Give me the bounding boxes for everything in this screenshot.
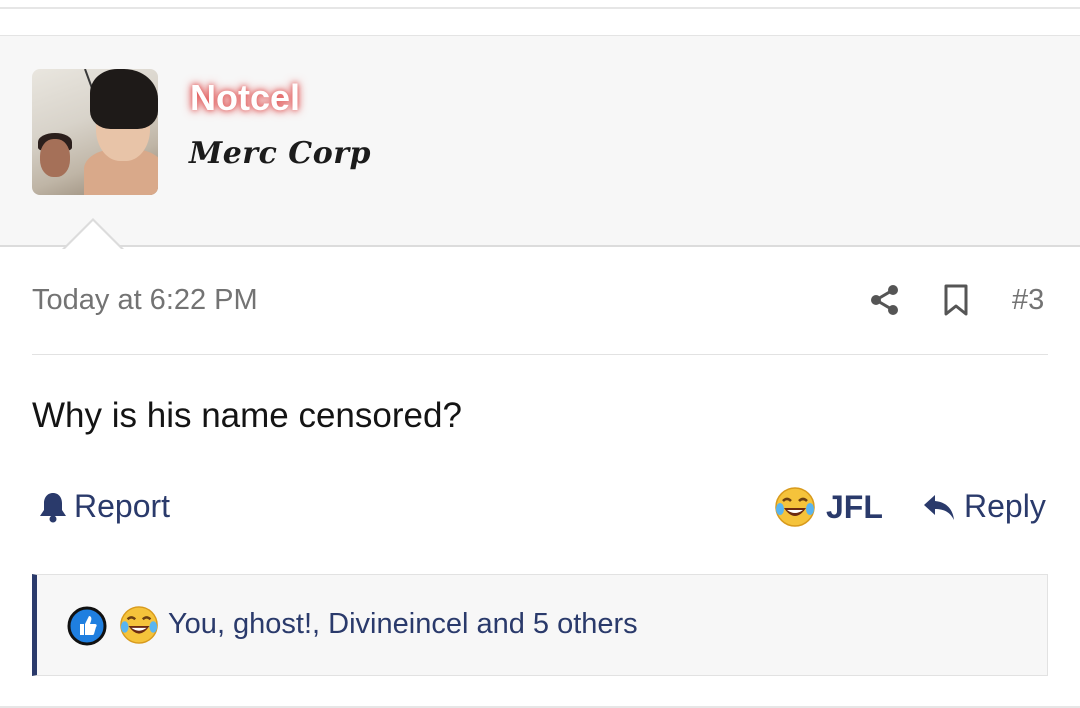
jfl-label: JFL (826, 488, 883, 525)
bookmark-icon[interactable] (942, 283, 970, 317)
message-body: Why is his name censored? (32, 396, 462, 435)
username-link[interactable]: Notcel (190, 77, 300, 119)
user-block-arrow-fill (64, 221, 122, 250)
post-header-divider (32, 354, 1048, 355)
report-button[interactable]: Report (38, 488, 170, 525)
bell-icon (40, 492, 66, 522)
post-date[interactable]: Today at 6:22 PM (32, 284, 258, 317)
like-icon (67, 606, 107, 646)
message-user-block: Notcel Merc Corp (0, 35, 1080, 247)
reply-label: Reply (964, 488, 1046, 524)
share-icon[interactable] (869, 283, 901, 317)
user-avatar[interactable] (32, 69, 158, 195)
jfl-react-button[interactable]: JFL (774, 486, 883, 528)
jfl-emoji-icon (120, 606, 158, 644)
jfl-emoji-icon (775, 487, 815, 527)
top-divider (0, 7, 1080, 9)
reply-button[interactable]: Reply (922, 488, 1046, 525)
report-label: Report (74, 488, 171, 524)
user-title: Merc Corp (189, 136, 371, 171)
reactions-bar: You, ghost!, Divineincel and 5 others (32, 574, 1048, 676)
reactions-summary-link[interactable]: You, ghost!, Divineincel and 5 others (168, 608, 638, 641)
reply-arrow-icon (924, 494, 954, 520)
post-number-link[interactable]: #3 (1012, 284, 1044, 317)
